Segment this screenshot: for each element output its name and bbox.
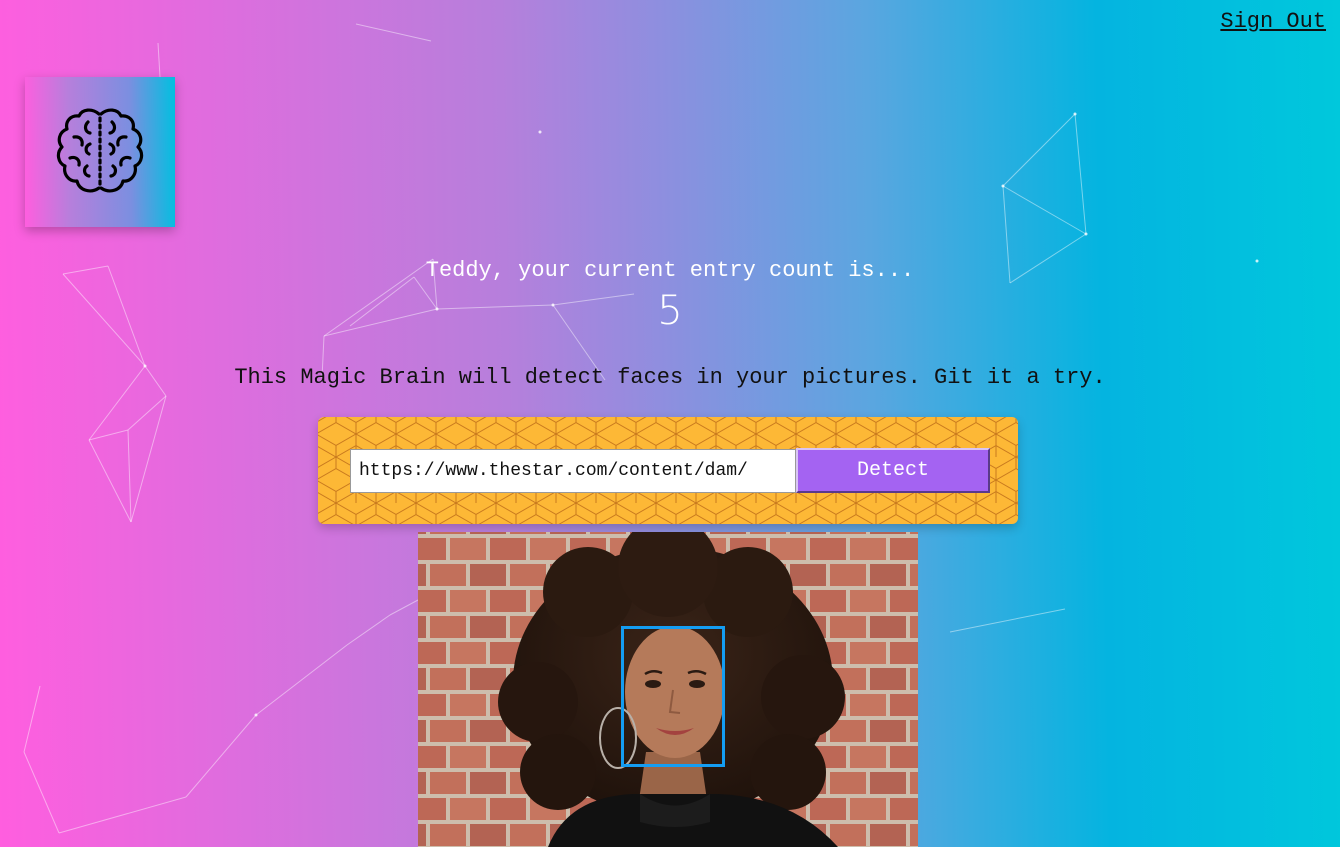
detect-button[interactable]: Detect xyxy=(796,448,990,493)
image-link-form: Detect xyxy=(318,417,1018,524)
entry-count-message: Teddy, your current entry count is... xyxy=(425,258,915,283)
image-url-input[interactable] xyxy=(350,449,796,493)
logo-tilt-card[interactable] xyxy=(25,77,175,227)
sign-out-link[interactable]: Sign Out xyxy=(1220,9,1326,34)
result-image-container xyxy=(418,532,918,847)
face-bounding-box xyxy=(621,626,725,767)
intro-text: This Magic Brain will detect faces in yo… xyxy=(234,365,1106,390)
entry-count-value: 5 xyxy=(657,288,683,334)
brain-icon xyxy=(56,108,144,193)
